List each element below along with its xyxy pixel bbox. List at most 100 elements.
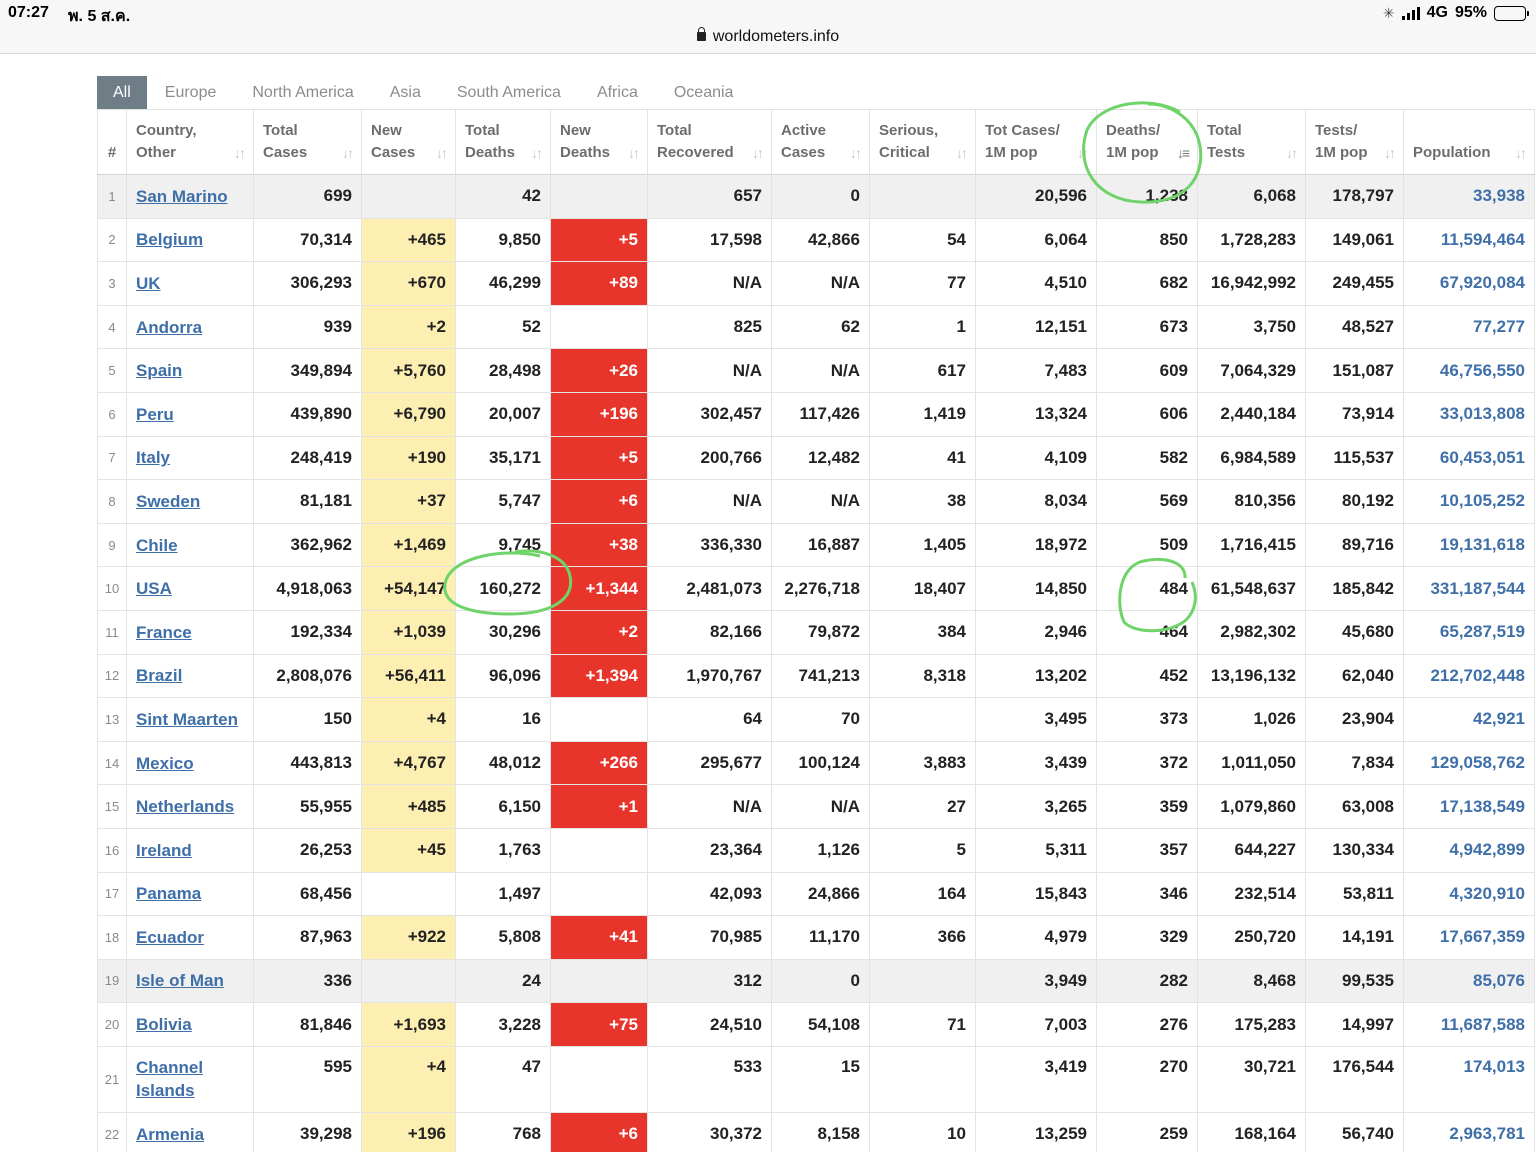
country-link[interactable]: Bolivia [136, 1013, 192, 1036]
country-cell: Belgium [126, 218, 254, 263]
sort-icon[interactable]: ↓↑ [1384, 142, 1396, 164]
column-header-3[interactable]: New Cases ↓↑ [361, 109, 456, 175]
country-link[interactable]: Belgium [136, 228, 203, 251]
country-link[interactable]: Channel Islands [136, 1056, 226, 1102]
column-header-line1: Total [263, 122, 298, 139]
table-row: 6 Peru 439,890 +6,790 20,007 +196 302,457 117,4… [97, 392, 1535, 437]
sort-icon[interactable]: ↓↑ [850, 142, 862, 164]
tab-oceania[interactable]: Oceania [656, 76, 752, 109]
cell-new-deaths [550, 1046, 648, 1113]
sort-icon[interactable]: ↓↑ [752, 142, 764, 164]
column-header-6[interactable]: Total Recovered ↓↑ [647, 109, 772, 175]
column-header-5[interactable]: New Deaths ↓↑ [550, 109, 648, 175]
tab-europe[interactable]: Europe [147, 76, 235, 109]
tab-asia[interactable]: Asia [372, 76, 439, 109]
cell-new-deaths: +1,344 [550, 566, 648, 611]
column-header-8[interactable]: Serious, Critical ↓↑ [869, 109, 976, 175]
column-header-4[interactable]: Total Deaths ↓↑ [455, 109, 551, 175]
country-link[interactable]: France [136, 621, 192, 644]
sort-icon[interactable]: ↓↑ [956, 142, 968, 164]
cell-new-deaths: +5 [550, 436, 648, 481]
table-row: 21 Channel Islands 595 +4 47 533 15 3,419 270 30,… [97, 1046, 1535, 1113]
sort-icon[interactable]: ↓↑ [234, 142, 246, 164]
country-link[interactable]: Chile [136, 534, 178, 557]
cell-total-deaths: 52 [455, 305, 551, 350]
url-display[interactable]: worldometers.info [0, 27, 1536, 46]
country-link[interactable]: USA [136, 577, 172, 600]
column-header-9[interactable]: Tot Cases/1M pop ↓↑ [975, 109, 1097, 175]
cell-population: 33,013,808 [1403, 392, 1535, 437]
cell-serious [869, 959, 976, 1004]
column-header-11[interactable]: Total Tests ↓↑ [1197, 109, 1306, 175]
country-link[interactable]: Armenia [136, 1123, 204, 1146]
table-row: 1 San Marino 699 42 657 0 20,596 1,238 6,068 178,… [97, 174, 1535, 219]
column-header-1[interactable]: Country, Other ↓↑ [126, 109, 254, 175]
column-header-0[interactable]: # [97, 109, 127, 175]
cell-new-cases: +5,760 [361, 348, 456, 393]
tab-africa[interactable]: Africa [579, 76, 656, 109]
country-link[interactable]: Netherlands [136, 795, 234, 818]
cell-new-deaths: +6 [550, 479, 648, 524]
row-number: 2 [97, 218, 127, 263]
country-link[interactable]: Panama [136, 882, 201, 905]
cell-tests-per-1m: 185,842 [1305, 566, 1404, 611]
country-link[interactable]: Peru [136, 403, 174, 426]
cell-new-cases: +2 [361, 305, 456, 350]
column-header-13[interactable]: Population ↓↑ [1403, 109, 1535, 175]
country-link[interactable]: Isle of Man [136, 969, 224, 992]
cell-total-tests: 168,164 [1197, 1112, 1306, 1152]
column-header-10[interactable]: Deaths/1M pop ↓≡ [1096, 109, 1198, 175]
country-link[interactable]: Ireland [136, 839, 192, 862]
country-link[interactable]: Brazil [136, 664, 182, 687]
country-link[interactable]: Italy [136, 446, 170, 469]
address-bar[interactable]: worldometers.info [0, 27, 1536, 54]
tab-south-america[interactable]: South America [439, 76, 579, 109]
sort-icon[interactable]: ↓↑ [436, 142, 448, 164]
sort-icon[interactable]: ↓↑ [1515, 142, 1527, 164]
table-row: 17 Panama 68,456 1,497 42,093 24,866 164 15,843… [97, 872, 1535, 917]
cell-new-cases: +1,469 [361, 523, 456, 568]
battery-icon [1494, 5, 1529, 21]
cell-cases-per-1m: 3,419 [975, 1046, 1097, 1113]
cell-total-cases: 939 [253, 305, 362, 350]
sort-icon[interactable]: ↓↑ [531, 142, 543, 164]
tab-north-america[interactable]: North America [234, 76, 371, 109]
cell-total-deaths: 46,299 [455, 261, 551, 306]
cell-cases-per-1m: 15,843 [975, 872, 1097, 917]
cell-active-cases: 741,213 [771, 654, 870, 699]
cell-new-cases: +4 [361, 1046, 456, 1113]
tab-all[interactable]: All [97, 76, 147, 109]
column-header-line1 [1413, 120, 1525, 142]
cell-total-cases: 2,808,076 [253, 654, 362, 699]
sort-icon[interactable]: ↓↑ [1286, 142, 1298, 164]
country-link[interactable]: San Marino [136, 185, 228, 208]
sort-icon[interactable]: ↓↑ [342, 142, 354, 164]
column-header-2[interactable]: Total Cases ↓↑ [253, 109, 362, 175]
cell-cases-per-1m: 3,949 [975, 959, 1097, 1004]
country-link[interactable]: Ecuador [136, 926, 204, 949]
cell-population: 331,187,544 [1403, 566, 1535, 611]
cell-active-cases: N/A [771, 479, 870, 524]
country-link[interactable]: UK [136, 272, 161, 295]
country-cell: Isle of Man [126, 959, 254, 1004]
column-header-7[interactable]: Active Cases ↓↑ [771, 109, 870, 175]
region-tabs: All Europe North America Asia South America A… [97, 76, 751, 109]
country-link[interactable]: Mexico [136, 752, 194, 775]
country-link[interactable]: Sweden [136, 490, 200, 513]
column-header-12[interactable]: Tests/1M pop ↓↑ [1305, 109, 1404, 175]
country-cell: Spain [126, 348, 254, 393]
sort-active-icon[interactable]: ↓≡ [1177, 142, 1190, 164]
country-link[interactable]: Sint Maarten [136, 708, 238, 731]
table-row: 9 Chile 362,962 +1,469 9,745 +38 336,330 16,887… [97, 523, 1535, 568]
country-link[interactable]: Spain [136, 359, 182, 382]
cell-total-deaths: 20,007 [455, 392, 551, 437]
country-link[interactable]: Andorra [136, 316, 202, 339]
country-cell: Panama [126, 872, 254, 917]
cell-total-deaths: 96,096 [455, 654, 551, 699]
cell-total-deaths: 6,150 [455, 784, 551, 829]
sort-icon[interactable]: ↓↑ [628, 142, 640, 164]
country-cell: Armenia [126, 1112, 254, 1152]
row-number: 21 [97, 1046, 127, 1113]
cell-total-cases: 248,419 [253, 436, 362, 481]
sort-icon[interactable]: ↓↑ [1077, 142, 1089, 164]
